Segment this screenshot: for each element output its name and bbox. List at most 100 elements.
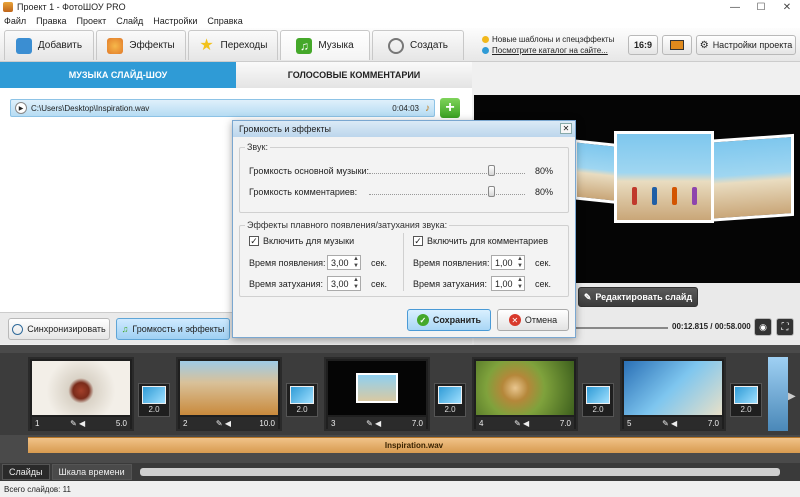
fullscreen-button[interactable]: ⛶ [776,318,794,336]
spinner-arrows-icon[interactable]: ▲ ▼ [353,256,359,270]
spinner-arrows-icon[interactable]: ▲ ▼ [517,256,523,270]
aspect-ratio-button[interactable]: 16:9 [628,35,658,55]
menu-file[interactable]: Файл [4,16,26,26]
news-link[interactable]: Посмотрите каталог на сайте... [492,45,608,56]
timeline-scrollbar[interactable] [139,468,780,476]
tab-transitions-label: Переходы [220,40,268,51]
screen-fit-icon [670,40,684,50]
tab-slides-view[interactable]: Слайды [2,464,50,480]
slide-duration: 10.0 [259,418,275,428]
slide-card[interactable]: 4 ✎ ◀ 7.0 [472,357,578,431]
fade-group-label: Эффекты плавного появления/затухания зву… [245,220,450,230]
menu-edit[interactable]: Правка [36,16,66,26]
music-volume-value: 80% [535,166,554,176]
play-icon[interactable]: ▶ [15,102,27,114]
slide-card[interactable]: 1 ✎ ◀ 5.0 [28,357,134,431]
unit-label: сек. [535,279,551,289]
tab-timeline-view[interactable]: Шкала времени [51,464,132,480]
maximize-button[interactable]: ☐ [748,0,774,14]
music-fade-out-input[interactable]: 3,00 ▲ ▼ [327,276,361,291]
snapshot-button[interactable]: ◉ [754,318,772,336]
comment-volume-value: 80% [535,187,554,197]
slide-edit-icon[interactable]: ✎ ◀ [662,419,677,428]
project-settings-button[interactable]: ⚙ Настройки проекта [696,35,796,55]
transition-card[interactable]: 2.0 [286,383,318,417]
audio-track[interactable]: Inspiration.wav [28,437,800,453]
tab-voice-comments[interactable]: ГОЛОСОВЫЕ КОММЕНТАРИИ [236,62,472,88]
add-music-button[interactable]: + [440,98,460,118]
slide-card[interactable]: 5 ✎ ◀ 7.0 [620,357,726,431]
slide-card[interactable]: 3 ✎ ◀ 7.0 [324,357,430,431]
save-label: Сохранить [432,315,482,325]
music-icon: ♫ [296,37,313,54]
music-track-row[interactable]: ▶ C:\Users\Desktop\Inspiration.wav 0:04:… [10,99,435,117]
comment-volume-slider[interactable] [369,184,525,198]
edit-slide-label: Редактировать слайд [595,292,693,302]
music-volume-label: Громкость основной музыки: [249,166,370,176]
menu-project[interactable]: Проект [77,16,107,26]
preview-photo-right [704,133,794,223]
tab-slideshow-music[interactable]: МУЗЫКА СЛАЙД-ШОУ [0,62,236,88]
tab-add[interactable]: Добавить [4,30,94,60]
slide-edit-icon[interactable]: ✎ ◀ [216,419,231,428]
music-fade-in-label: Время появления: [249,258,326,268]
tab-create[interactable]: Создать [372,30,464,60]
music-fade-in-input[interactable]: 3,00 ▲ ▼ [327,255,361,270]
tab-music-label: Музыка [318,40,354,51]
transition-duration: 2.0 [148,405,160,414]
spin-value: 3,00 [331,257,349,268]
slide-number: 5 [627,418,632,428]
slide-card-partial[interactable] [768,357,788,431]
transition-card[interactable]: 2.0 [582,383,614,417]
fit-screen-button[interactable] [662,35,692,55]
slide-thumbnail [32,361,130,415]
slide-card[interactable]: 2 ✎ ◀ 10.0 [176,357,282,431]
transition-card[interactable]: 2.0 [138,383,170,417]
info-icon [482,47,489,54]
cancel-button[interactable]: ✕ Отмена [497,309,569,331]
comment-fade-out-input[interactable]: 1,00 ▲ ▼ [491,276,525,291]
unit-label: сек. [371,279,387,289]
dialog-close-button[interactable]: ✕ [560,123,572,134]
slide-edit-icon[interactable]: ✎ ◀ [366,419,381,428]
comment-fade-in-input[interactable]: 1,00 ▲ ▼ [491,255,525,270]
music-fade-checkbox[interactable]: ✓ Включить для музыки [249,236,354,246]
slide-thumbnail [328,361,426,415]
scroll-right-icon[interactable]: ▶ [788,391,796,402]
spin-value: 1,00 [495,257,513,268]
menu-slide[interactable]: Слайд [116,16,143,26]
slider-knob[interactable] [488,186,496,197]
menu-help[interactable]: Справка [207,16,242,26]
minimize-button[interactable]: — [722,0,748,14]
comment-fade-in-label: Время появления: [413,258,490,268]
close-button[interactable]: ✕ [774,0,800,14]
sync-button[interactable]: Синхронизировать [8,318,110,340]
sound-group-label: Звук: [245,142,270,152]
playback-progress[interactable] [570,327,668,329]
save-button[interactable]: ✓ Сохранить [407,309,491,331]
sync-label: Синхронизировать [27,324,106,334]
dialog-title: Громкость и эффекты [239,124,331,134]
slider-knob[interactable] [488,165,496,176]
slide-edit-icon[interactable]: ✎ ◀ [70,419,85,428]
spinner-arrows-icon[interactable]: ▲ ▼ [353,277,359,291]
film-reel-icon [387,37,404,54]
volume-effects-button[interactable]: ♫ Громкость и эффекты [116,318,230,340]
menu-settings[interactable]: Настройки [153,16,197,26]
transition-card[interactable]: 2.0 [730,383,762,417]
camera-icon: ◉ [759,321,767,332]
comment-fade-checkbox[interactable]: ✓ Включить для комментариев [413,236,548,246]
slide-edit-icon[interactable]: ✎ ◀ [514,419,529,428]
edit-slide-button[interactable]: ✎ Редактировать слайд [578,287,698,307]
transition-card[interactable]: 2.0 [434,383,466,417]
tab-music[interactable]: ♫ Музыка [280,30,370,60]
spinner-arrows-icon[interactable]: ▲ ▼ [517,277,523,291]
music-fade-out-label: Время затухания: [249,279,324,289]
tab-transitions[interactable]: ★ Переходы [188,30,278,60]
music-volume-slider[interactable] [369,163,525,177]
tab-effects[interactable]: Эффекты [96,30,186,60]
slide-duration: 5.0 [115,418,127,428]
preview-photo-center [614,131,714,223]
spin-value: 1,00 [495,278,513,289]
unit-label: сек. [371,258,387,268]
